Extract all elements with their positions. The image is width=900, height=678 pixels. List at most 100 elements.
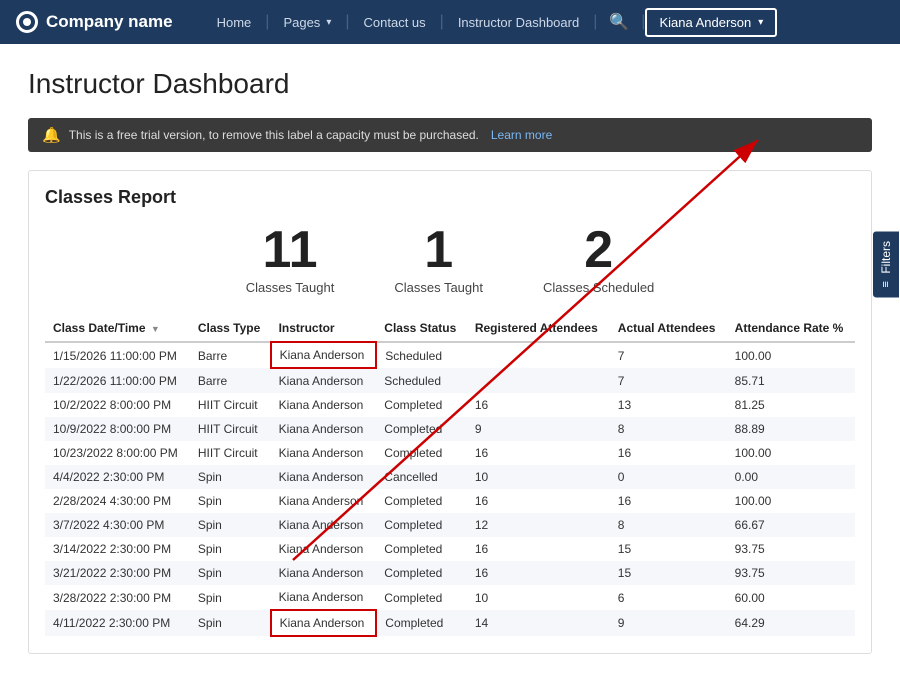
table-header-row: Class Date/Time ▼ Class Type Instructor … [45, 315, 855, 342]
cell-actual: 16 [610, 441, 727, 465]
cell-actual: 0 [610, 465, 727, 489]
table-row: 3/7/2022 4:30:00 PMSpinKiana AndersonCom… [45, 513, 855, 537]
cell-rate: 66.67 [727, 513, 855, 537]
cell-type: Spin [190, 585, 271, 610]
cell-instructor: Kiana Anderson [271, 513, 377, 537]
cell-actual: 15 [610, 537, 727, 561]
company-logo[interactable]: Company name [16, 11, 173, 33]
cell-instructor: Kiana Anderson [271, 537, 377, 561]
cell-rate: 88.89 [727, 417, 855, 441]
filters-label: Filters [879, 241, 893, 274]
cell-registered: 12 [467, 513, 610, 537]
col-rate[interactable]: Attendance Rate % [727, 315, 855, 342]
cell-date: 4/11/2022 2:30:00 PM [45, 610, 190, 636]
table-row: 3/28/2022 2:30:00 PMSpinKiana AndersonCo… [45, 585, 855, 610]
cell-rate: 64.29 [727, 610, 855, 636]
cell-registered: 10 [467, 465, 610, 489]
cell-date: 4/4/2022 2:30:00 PM [45, 465, 190, 489]
cell-type: HIIT Circuit [190, 393, 271, 417]
nav-pages[interactable]: Pages ▾ [269, 15, 345, 30]
cell-status: Completed [376, 585, 467, 610]
main-content: Instructor Dashboard 🔔 This is a free tr… [0, 44, 900, 678]
cell-registered [467, 342, 610, 368]
table-row: 4/11/2022 2:30:00 PMSpinKiana AndersonCo… [45, 610, 855, 636]
user-menu-button[interactable]: Kiana Anderson ▾ [645, 8, 777, 37]
nav-instructor-dashboard[interactable]: Instructor Dashboard [444, 15, 593, 30]
cell-actual: 13 [610, 393, 727, 417]
cell-status: Completed [376, 393, 467, 417]
cell-actual: 9 [610, 610, 727, 636]
cell-type: Spin [190, 513, 271, 537]
cell-instructor: Kiana Anderson [271, 393, 377, 417]
col-type[interactable]: Class Type [190, 315, 271, 342]
cell-instructor: Kiana Anderson [271, 465, 377, 489]
cell-rate: 0.00 [727, 465, 855, 489]
cell-type: Spin [190, 537, 271, 561]
col-status[interactable]: Class Status [376, 315, 467, 342]
bell-icon: 🔔 [42, 126, 61, 144]
report-wrapper: Classes Report 11 Classes Taught 1 Class… [28, 170, 872, 654]
page-title: Instructor Dashboard [28, 68, 872, 100]
cell-actual: 8 [610, 513, 727, 537]
cell-date: 1/22/2026 11:00:00 PM [45, 368, 190, 393]
cell-type: Spin [190, 561, 271, 585]
nav-links: Home | Pages ▾ | Contact us | Instructor… [203, 8, 884, 37]
classes-table: Class Date/Time ▼ Class Type Instructor … [45, 315, 855, 637]
learn-more-link[interactable]: Learn more [491, 128, 552, 142]
table-row: 2/28/2024 4:30:00 PMSpinKiana AndersonCo… [45, 489, 855, 513]
cell-date: 3/7/2022 4:30:00 PM [45, 513, 190, 537]
pages-chevron-icon: ▾ [326, 17, 331, 28]
cell-instructor: Kiana Anderson [271, 441, 377, 465]
col-instructor[interactable]: Instructor [271, 315, 377, 342]
cell-date: 10/9/2022 8:00:00 PM [45, 417, 190, 441]
cell-instructor: Kiana Anderson [271, 417, 377, 441]
cell-actual: 6 [610, 585, 727, 610]
table-row: 3/21/2022 2:30:00 PMSpinKiana AndersonCo… [45, 561, 855, 585]
cell-status: Completed [376, 441, 467, 465]
user-chevron-icon: ▾ [758, 17, 763, 28]
sort-icon-date: ▼ [151, 324, 160, 334]
col-actual[interactable]: Actual Attendees [610, 315, 727, 342]
cell-type: Spin [190, 489, 271, 513]
table-row: 10/9/2022 8:00:00 PMHIIT CircuitKiana An… [45, 417, 855, 441]
table-row: 1/15/2026 11:00:00 PMBarreKiana Anderson… [45, 342, 855, 368]
cell-rate: 81.25 [727, 393, 855, 417]
cell-rate: 93.75 [727, 537, 855, 561]
cell-registered: 9 [467, 417, 610, 441]
trial-text: This is a free trial version, to remove … [69, 128, 479, 142]
nav-home[interactable]: Home [203, 15, 266, 30]
cell-date: 3/28/2022 2:30:00 PM [45, 585, 190, 610]
company-name: Company name [46, 12, 173, 32]
stat-label-11: Classes Taught [246, 280, 335, 295]
cell-date: 10/23/2022 8:00:00 PM [45, 441, 190, 465]
cell-instructor: Kiana Anderson [271, 561, 377, 585]
stat-2: 2 Classes Scheduled [543, 224, 654, 295]
cell-rate: 100.00 [727, 441, 855, 465]
stat-1: 1 Classes Taught [394, 224, 483, 295]
cell-type: Barre [190, 342, 271, 368]
stat-number-1: 1 [394, 224, 483, 276]
cell-type: Barre [190, 368, 271, 393]
cell-status: Completed [376, 489, 467, 513]
cell-registered: 16 [467, 441, 610, 465]
cell-instructor: Kiana Anderson [271, 368, 377, 393]
cell-actual: 7 [610, 368, 727, 393]
cell-status: Completed [376, 561, 467, 585]
cell-status: Completed [376, 610, 467, 636]
cell-type: HIIT Circuit [190, 417, 271, 441]
stats-row: 11 Classes Taught 1 Classes Taught 2 Cla… [45, 224, 855, 295]
nav-contact[interactable]: Contact us [350, 15, 440, 30]
cell-actual: 8 [610, 417, 727, 441]
cell-rate: 60.00 [727, 585, 855, 610]
col-date[interactable]: Class Date/Time ▼ [45, 315, 190, 342]
cell-date: 2/28/2024 4:30:00 PM [45, 489, 190, 513]
col-registered[interactable]: Registered Attendees [467, 315, 610, 342]
cell-status: Completed [376, 417, 467, 441]
table-row: 10/23/2022 8:00:00 PMHIIT CircuitKiana A… [45, 441, 855, 465]
table-row: 1/22/2026 11:00:00 PMBarreKiana Anderson… [45, 368, 855, 393]
search-icon[interactable]: 🔍 [597, 12, 641, 32]
table-row: 4/4/2022 2:30:00 PMSpinKiana AndersonCan… [45, 465, 855, 489]
filters-tab[interactable]: ≡ Filters [873, 231, 899, 297]
stat-label-1: Classes Taught [394, 280, 483, 295]
cell-registered: 10 [467, 585, 610, 610]
